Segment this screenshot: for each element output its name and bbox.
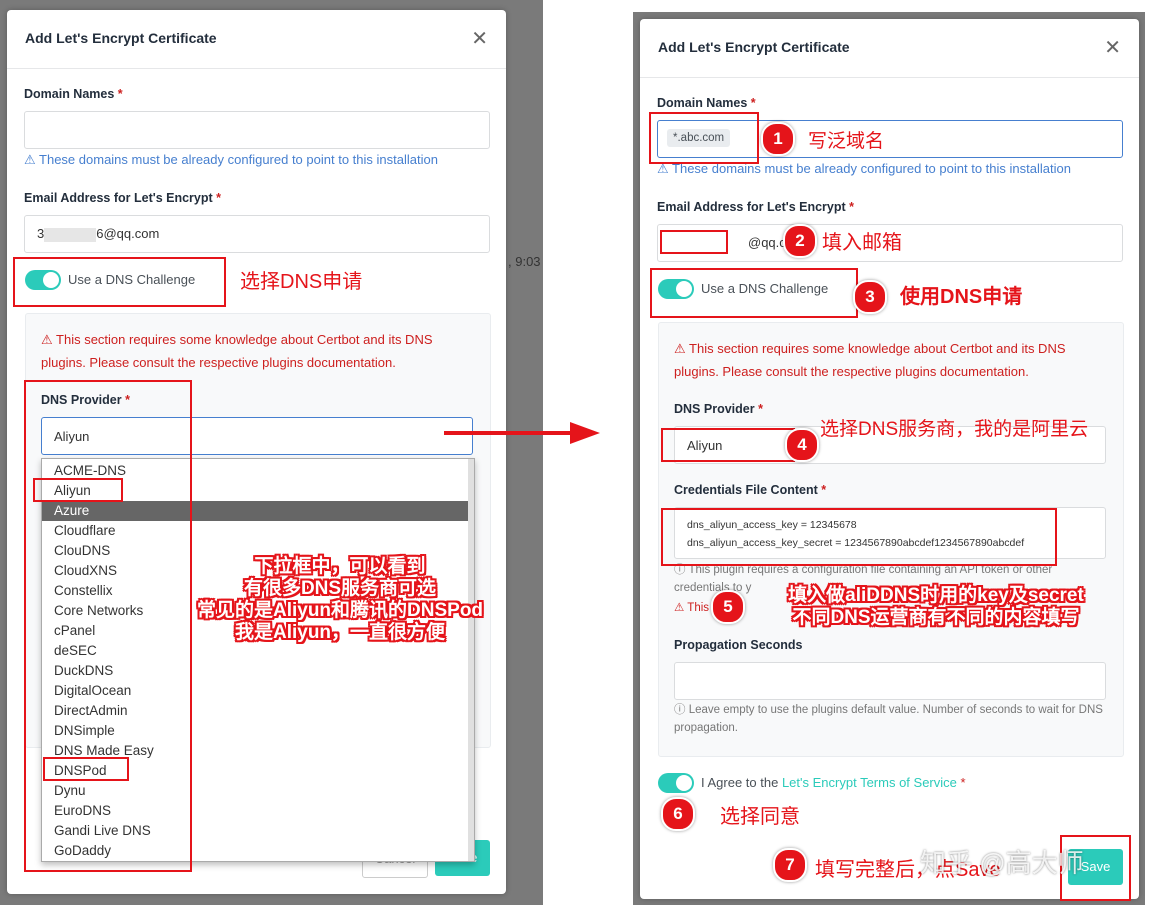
left-email-label: Email Address for Let's Encrypt * [24,191,222,205]
left-annotation-dns: 选择DNS申请 [240,271,363,293]
step-text-2: 填入邮箱 [822,232,902,254]
left-domain-label: Domain Names * [24,87,123,101]
step-badge-4: 4 [785,428,819,462]
right-provider-label: DNS Provider * [674,402,763,416]
step-badge-6: 6 [661,797,695,831]
right-annotation-box-email [660,230,728,254]
propagation-label: Propagation Seconds [674,638,803,652]
step-text-1: 写泛域名 [808,131,885,152]
right-annotation-box-provider [661,428,795,462]
step-text-3: 使用DNS申请 [900,286,1023,308]
left-section-warning: ⚠ This section requires some knowledge a… [41,332,433,370]
agree-label: I Agree to the Let's Encrypt Terms of Se… [701,775,966,790]
right-annotation-box-credentials [661,508,1057,566]
step-badge-1: 1 [761,122,795,156]
right-modal-header: Add Let's Encrypt Certificate ✕ [640,19,1139,78]
step-text-4: 选择DNS服务商，我的是阿里云 [820,419,1089,440]
credentials-warning: ⚠ This [674,602,710,614]
step-badge-7: 7 [773,848,807,882]
left-modal-header: Add Let's Encrypt Certificate ✕ [7,10,506,69]
left-annotation-box-aliyun [33,478,123,502]
dropdown-scrollbar[interactable] [468,459,474,861]
left-email-input[interactable]: 3 6@qq.com [24,215,490,253]
right-section-warning: ⚠ This section requires some knowledge a… [674,341,1066,379]
right-close-icon[interactable]: ✕ [1104,35,1121,60]
step-badge-5: 5 [711,590,745,624]
left-domain-input[interactable] [24,111,490,149]
left-annotation-box-dnspod [43,757,129,781]
step-badge-2: 2 [783,224,817,258]
left-domain-hint: ⚠ These domains must be already configur… [24,152,438,167]
right-domain-label: Domain Names * [657,96,756,110]
step-text-5: 填入做aliDDNS时用的key及secret 不同DNS运营商有不同的内容填写 [788,585,1084,628]
left-annotation-dropdown: 下拉框中，可以看到 有很多DNS服务商可选 常见的是Aliyun和腾讯的DNSP… [196,556,484,643]
terms-link[interactable]: Let's Encrypt Terms of Service [782,775,957,790]
left-annotation-box-toggle [13,257,226,307]
propagation-input[interactable] [674,662,1106,700]
right-email-label: Email Address for Let's Encrypt * [657,200,855,214]
arrow-icon [444,422,600,444]
propagation-note: ⓘ Leave empty to use the plugins default… [674,704,1103,734]
step-text-6: 选择同意 [720,806,800,828]
step-badge-3: 3 [853,280,887,314]
credentials-label: Credentials File Content * [674,483,827,497]
left-close-icon[interactable]: ✕ [471,26,488,51]
right-annotation-box-toggle [650,268,858,318]
agree-toggle[interactable] [658,773,694,793]
watermark: 知乎 @高大师 [920,848,1084,878]
right-modal-title: Add Let's Encrypt Certificate [658,39,850,55]
left-bg-text: , 9:03 [508,254,541,269]
left-modal-title: Add Let's Encrypt Certificate [25,30,217,46]
right-annotation-box-domain [649,112,759,164]
